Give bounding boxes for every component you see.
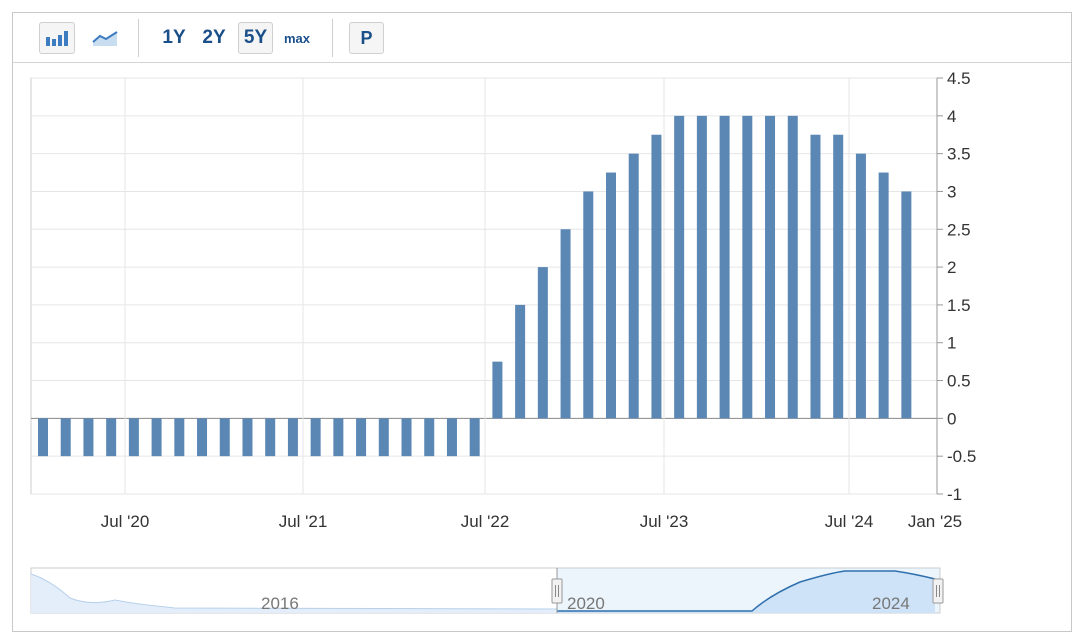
bar	[265, 418, 276, 457]
y-tick-label: 0	[947, 409, 956, 428]
bar	[696, 115, 707, 419]
bar	[287, 418, 298, 457]
bar	[855, 153, 866, 419]
bar	[424, 418, 435, 457]
bar	[151, 418, 162, 457]
bar	[515, 304, 526, 419]
bar	[128, 418, 139, 457]
bar	[174, 418, 185, 457]
bar	[537, 267, 548, 419]
x-tick-label: Jul '20	[101, 512, 150, 531]
bar	[469, 418, 480, 457]
x-tick-label: Jul '21	[279, 512, 328, 531]
bar	[878, 172, 889, 419]
plot-area	[30, 77, 938, 495]
bar	[242, 418, 253, 457]
y-tick-label: -0.5	[947, 447, 976, 466]
y-tick-label: -1	[947, 485, 962, 504]
bar	[83, 418, 94, 457]
bar	[378, 418, 389, 457]
y-tick-label: 2.5	[947, 220, 971, 239]
x-tick-label: Jul '22	[461, 512, 510, 531]
navigator-handle[interactable]	[932, 578, 944, 604]
y-tick-label: 4	[947, 107, 956, 126]
chart-svg: 4.5 4 3.5 3 2.5 2 1.5 1 0.5 0 -0.5 -1 Jul '20 Jul '21…	[30, 69, 976, 614]
bar	[356, 418, 367, 457]
x-tick-label: Jul '23	[640, 512, 689, 531]
navigator-handle[interactable]	[551, 578, 563, 604]
bar	[38, 418, 48, 457]
x-tick-label: Jul '24	[825, 512, 874, 531]
y-tick-label: 1.5	[947, 296, 971, 315]
bar	[833, 134, 844, 419]
bar	[60, 418, 71, 457]
x-tick-label: Jan '25	[908, 512, 962, 531]
bar	[651, 134, 662, 419]
y-tick-label: 0.5	[947, 372, 971, 391]
y-tick-label: 4.5	[947, 69, 971, 88]
bar	[606, 172, 616, 419]
navigator-year-label: 2020	[567, 594, 605, 613]
y-tick-label: 3.5	[947, 145, 971, 164]
y-tick-label: 3	[947, 182, 956, 201]
bar	[742, 115, 753, 419]
bar	[901, 191, 912, 419]
bar	[197, 418, 208, 457]
bar	[333, 418, 344, 457]
bar	[765, 115, 776, 419]
bar	[106, 418, 117, 457]
bar	[583, 191, 594, 419]
bar	[219, 418, 230, 457]
y-tick-label: 1	[947, 334, 956, 353]
y-tick-label: 2	[947, 258, 956, 277]
bar	[719, 115, 730, 419]
bar	[401, 418, 412, 457]
navigator-year-label: 2024	[872, 594, 910, 613]
bar	[446, 418, 457, 457]
bar	[560, 229, 571, 419]
bar	[810, 134, 821, 419]
bar	[310, 418, 321, 457]
bar	[492, 361, 503, 419]
bar	[787, 115, 798, 419]
navigator-year-label: 2016	[261, 594, 299, 613]
bar	[628, 153, 639, 419]
bar	[674, 115, 685, 419]
